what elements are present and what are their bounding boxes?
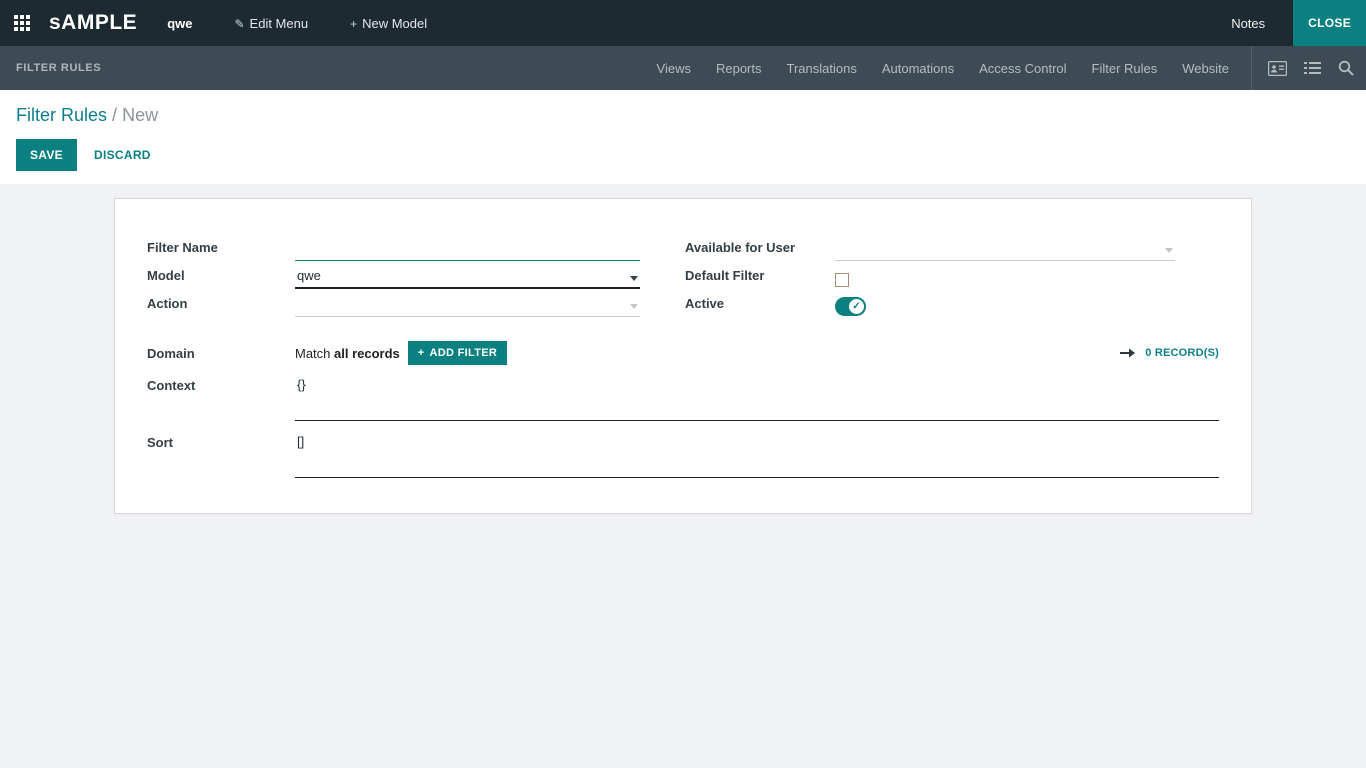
- top-menu: qwe ✎Edit Menu +New Model: [167, 16, 427, 31]
- close-button[interactable]: CLOSE: [1293, 0, 1366, 46]
- domain-label: Domain: [147, 339, 295, 367]
- action-label: Action: [147, 289, 295, 317]
- menu-item-edit-menu[interactable]: ✎Edit Menu: [234, 16, 308, 31]
- apps-grid-icon[interactable]: [14, 14, 32, 32]
- active-label: Active: [685, 289, 835, 317]
- form-sheet: Filter Name Available for User Model qwe…: [114, 198, 1252, 514]
- studio-tabs: Views Reports Translations Automations A…: [657, 61, 1229, 76]
- plus-icon: +: [418, 347, 425, 359]
- model-label: Model: [147, 261, 295, 289]
- available-for-user-label: Available for User: [685, 233, 835, 261]
- default-filter-checkbox[interactable]: [835, 273, 849, 287]
- filter-name-input[interactable]: [295, 243, 640, 261]
- sort-textarea[interactable]: []: [295, 432, 1219, 478]
- tab-translations[interactable]: Translations: [787, 61, 857, 76]
- plus-icon: +: [350, 17, 357, 31]
- save-button[interactable]: SAVE: [16, 139, 77, 171]
- editor-section-title: FILTER RULES: [16, 62, 101, 74]
- notes-button[interactable]: Notes: [1231, 16, 1265, 31]
- tab-website[interactable]: Website: [1182, 61, 1229, 76]
- app-brand: sAMPLE: [49, 11, 137, 35]
- breadcrumb-parent[interactable]: Filter Rules: [16, 105, 107, 125]
- toolbar-divider: [1251, 46, 1252, 90]
- list-view-icon[interactable]: [1304, 61, 1321, 75]
- control-panel: Filter Rules / New SAVE DISCARD: [0, 90, 1366, 184]
- chevron-down-icon: [630, 304, 638, 309]
- chevron-down-icon: [1165, 248, 1173, 253]
- context-label: Context: [147, 375, 295, 403]
- tab-automations[interactable]: Automations: [882, 61, 954, 76]
- top-bar: sAMPLE qwe ✎Edit Menu +New Model Notes C…: [0, 0, 1366, 46]
- add-filter-button[interactable]: +ADD FILTER: [408, 341, 507, 365]
- pencil-icon: ✎: [234, 17, 244, 31]
- records-count: 0 RECORD(S): [1145, 347, 1219, 359]
- model-select[interactable]: qwe: [295, 268, 640, 289]
- context-textarea[interactable]: {}: [295, 375, 1219, 421]
- action-select[interactable]: [295, 299, 640, 317]
- chevron-down-icon: [630, 276, 638, 281]
- active-toggle[interactable]: ✓: [835, 297, 866, 316]
- check-icon: ✓: [849, 299, 864, 314]
- domain-match-text: Match all records: [295, 346, 400, 361]
- arrow-right-icon: [1120, 347, 1135, 359]
- contact-card-icon[interactable]: [1268, 61, 1287, 76]
- tab-reports[interactable]: Reports: [716, 61, 762, 76]
- tab-views[interactable]: Views: [657, 61, 691, 76]
- search-icon[interactable]: [1338, 60, 1354, 76]
- breadcrumb: Filter Rules / New: [16, 105, 1350, 126]
- filter-name-label: Filter Name: [147, 233, 295, 261]
- tab-filter-rules[interactable]: Filter Rules: [1092, 61, 1158, 76]
- default-filter-label: Default Filter: [685, 261, 835, 289]
- breadcrumb-separator: /: [112, 105, 117, 125]
- records-link[interactable]: 0 RECORD(S): [1120, 347, 1219, 359]
- tab-access-control[interactable]: Access Control: [979, 61, 1066, 76]
- content-area: Filter Name Available for User Model qwe…: [0, 184, 1366, 768]
- available-for-user-select[interactable]: [835, 243, 1175, 261]
- menu-item-new-model[interactable]: +New Model: [350, 16, 427, 31]
- discard-button[interactable]: DISCARD: [94, 148, 151, 162]
- breadcrumb-current: New: [122, 105, 158, 125]
- editor-toolbar: FILTER RULES Views Reports Translations …: [0, 46, 1366, 90]
- menu-item-model[interactable]: qwe: [167, 16, 192, 31]
- sort-label: Sort: [147, 432, 295, 460]
